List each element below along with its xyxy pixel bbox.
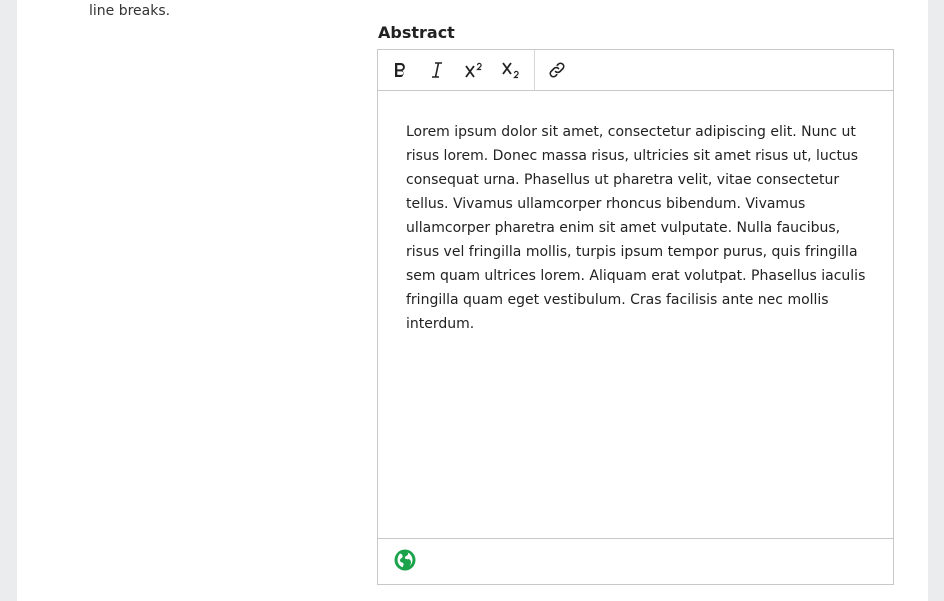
field-help-text: line breaks.	[89, 3, 171, 19]
bold-icon	[395, 63, 405, 77]
rich-text-editor: Lorem ipsum dolor sit amet, consectetur …	[377, 49, 894, 585]
globe-icon[interactable]	[394, 549, 416, 571]
subscript-button[interactable]	[496, 56, 526, 84]
editor-statusbar	[378, 538, 893, 584]
abstract-label: Abstract	[378, 23, 455, 42]
superscript-icon	[465, 62, 482, 78]
bold-button[interactable]	[385, 56, 415, 84]
superscript-button[interactable]	[459, 56, 489, 84]
editor-toolbar	[378, 50, 893, 91]
link-button[interactable]	[542, 56, 572, 84]
subscript-icon	[502, 62, 519, 79]
editor-content[interactable]: Lorem ipsum dolor sit amet, consectetur …	[406, 120, 868, 336]
toolbar-separator	[534, 50, 535, 90]
italic-icon	[432, 62, 442, 78]
italic-button[interactable]	[422, 56, 452, 84]
link-icon	[549, 62, 565, 78]
